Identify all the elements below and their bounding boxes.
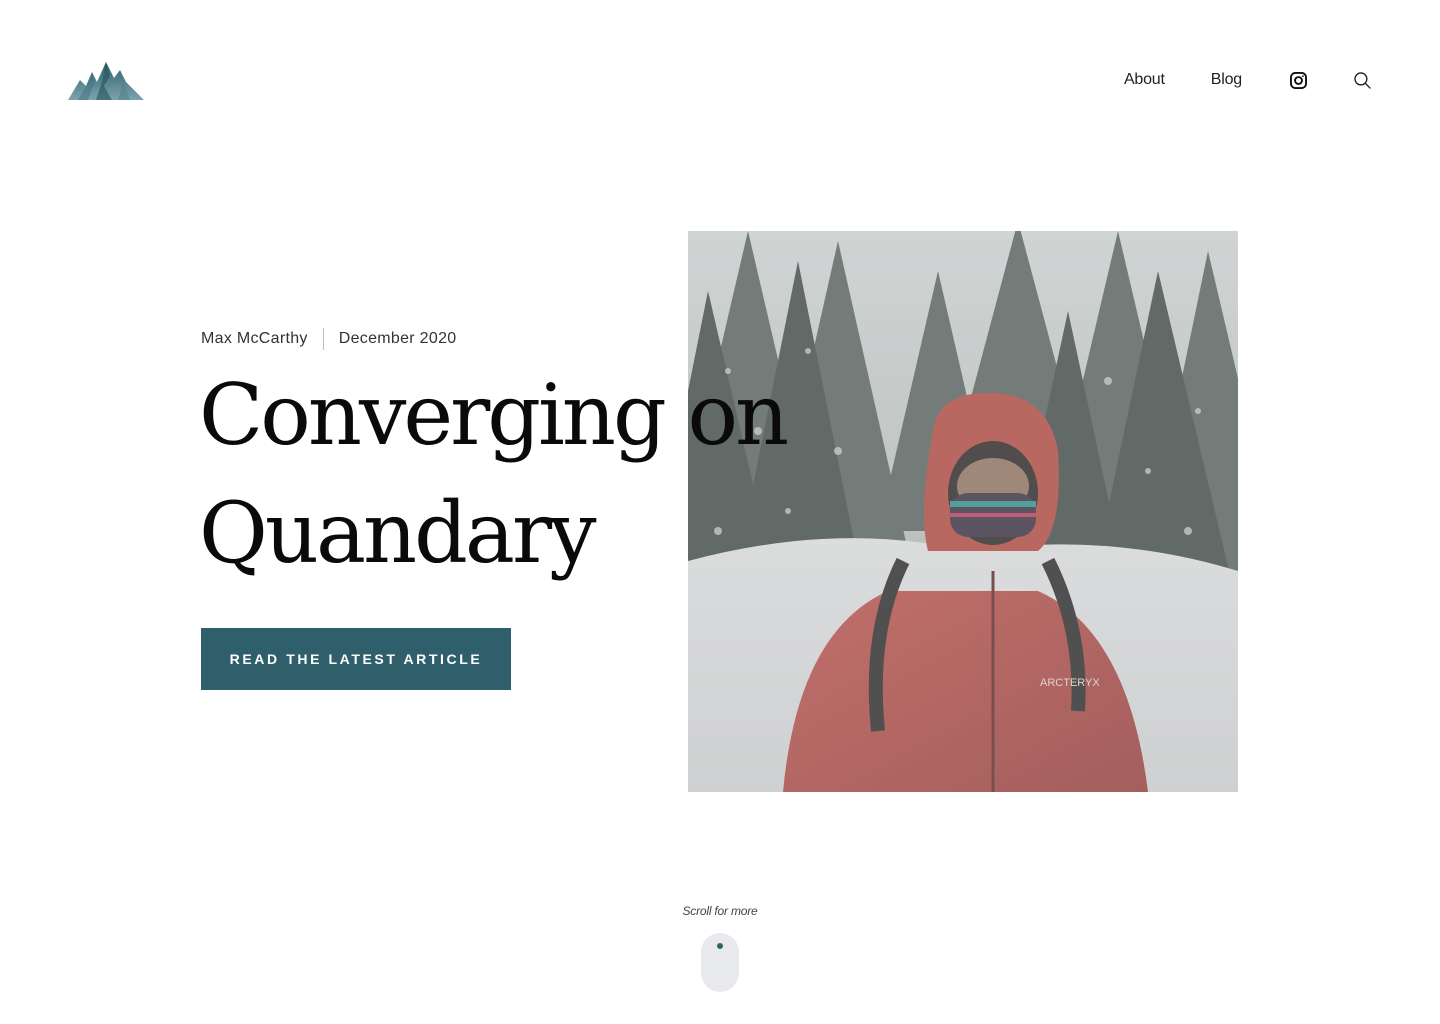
author-name: Max McCarthy: [201, 330, 308, 347]
mouse-wheel-dot: [717, 943, 723, 949]
scroll-mouse-icon[interactable]: [701, 933, 739, 992]
read-latest-article-button[interactable]: Read the latest article: [201, 628, 511, 690]
title-line-1: Converging on: [199, 366, 789, 464]
search-icon[interactable]: [1352, 70, 1372, 90]
meta-divider: [322, 328, 324, 350]
main-nav: About Blog: [1124, 66, 1372, 94]
mountain-logo[interactable]: [66, 60, 146, 104]
page-title: Converging on Quandary: [199, 356, 789, 592]
publish-date: December 2020: [338, 330, 457, 347]
article-meta: Max McCarthy December 2020: [201, 328, 456, 350]
page: About Blog ARCTERYX Max McCarthy Decembe…: [0, 0, 1440, 1024]
title-line-2: Quandary: [199, 484, 597, 582]
instagram-icon[interactable]: [1288, 70, 1308, 90]
nav-link-blog[interactable]: Blog: [1211, 71, 1242, 89]
nav-link-about[interactable]: About: [1124, 71, 1165, 89]
scroll-label: Scroll for more: [682, 904, 758, 918]
